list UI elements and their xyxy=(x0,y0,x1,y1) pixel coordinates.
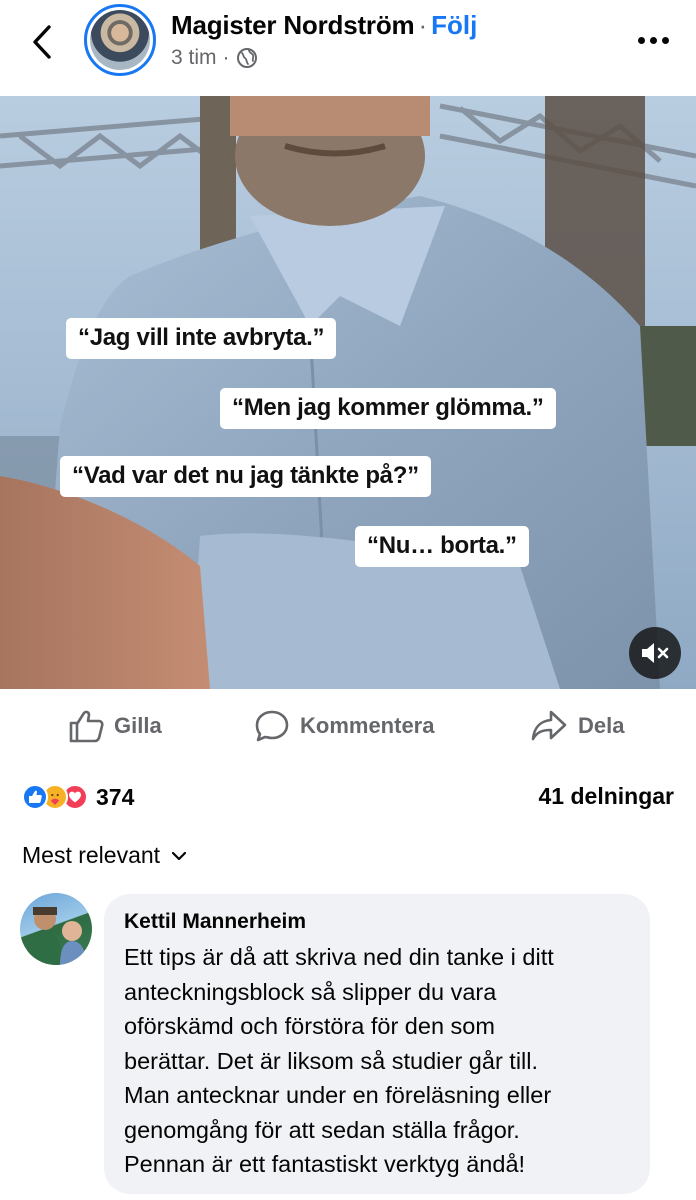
post-video[interactable]: “Jag vill inte avbryta.” “Men jag kommer… xyxy=(0,96,696,689)
comment-label: Kommentera xyxy=(300,713,435,738)
comment-line: oförskämd och förstöra för den som xyxy=(124,1013,495,1039)
like-label: Gilla xyxy=(114,713,162,738)
post-meta: 3 tim · xyxy=(171,46,258,70)
chevron-down-icon xyxy=(171,851,187,860)
mute-button[interactable] xyxy=(629,627,681,679)
share-button[interactable]: Dela xyxy=(530,700,624,752)
like-button[interactable]: Gilla xyxy=(68,700,162,752)
comment-line: berättar. Det är liksom så studier går t… xyxy=(124,1047,539,1074)
video-caption: “Nu… borta.” xyxy=(355,526,529,567)
comment-line: Ett tips är då att skriva ned din tanke … xyxy=(124,944,554,970)
more-dot xyxy=(649,36,657,44)
comment-line: anteckningsblock så slipper du vara xyxy=(124,978,497,1005)
back-button[interactable] xyxy=(24,22,60,62)
meta-separator: · xyxy=(222,46,230,69)
follow-button[interactable]: Följ xyxy=(431,10,477,41)
author-name[interactable]: Magister Nordström xyxy=(171,10,415,41)
comment-sort-dropdown[interactable]: Mest relevant xyxy=(22,842,188,869)
author-avatar[interactable] xyxy=(84,4,156,76)
comment-text: Ett tips är då att skriva ned din tanke … xyxy=(124,940,630,1182)
separator-dot: · xyxy=(418,10,428,40)
more-dot xyxy=(661,36,669,44)
video-caption: “Jag vill inte avbryta.” xyxy=(66,318,337,359)
sort-label: Mest relevant xyxy=(22,842,161,868)
share-label: Dela xyxy=(578,713,625,738)
share-arrow-icon xyxy=(531,710,567,741)
speaker-muted-icon xyxy=(642,643,669,663)
commenter-avatar[interactable] xyxy=(20,893,92,965)
post-header: Magister Nordström · Följ 3 tim · xyxy=(0,0,696,96)
comment-bubble-icon xyxy=(255,710,289,742)
author-row: Magister Nordström · Följ xyxy=(171,10,477,41)
reactions-summary[interactable]: 374 xyxy=(22,780,134,814)
comment-bubble: Kettil Mannerheim Ett tips är då att skr… xyxy=(104,894,650,1194)
comment-line: Pennan är ett fantastiskt verktyg ändå! xyxy=(124,1151,526,1177)
video-caption: “Men jag kommer glömma.” xyxy=(220,388,556,429)
globe-icon xyxy=(236,48,257,68)
more-dot xyxy=(637,36,645,44)
post-actions: Gilla Kommentera Dela xyxy=(0,700,696,752)
thumbs-up-icon xyxy=(69,710,104,743)
like-reaction-icon xyxy=(22,784,48,810)
chevron-left-icon xyxy=(33,25,51,59)
comment-line: genomgång för att sedan ställa frågor. xyxy=(124,1116,520,1143)
reaction-count: 374 xyxy=(96,783,135,810)
share-count[interactable]: 41 delningar xyxy=(539,783,674,810)
comment-button[interactable]: Kommentera xyxy=(254,700,434,752)
post-time[interactable]: 3 tim xyxy=(171,46,217,70)
more-options-button[interactable] xyxy=(628,22,678,58)
comment-author[interactable]: Kettil Mannerheim xyxy=(124,910,630,934)
comment-line: Man antecknar under en föreläsning eller xyxy=(124,1082,552,1108)
video-caption: “Vad var det nu jag tänkte på?” xyxy=(60,456,431,497)
